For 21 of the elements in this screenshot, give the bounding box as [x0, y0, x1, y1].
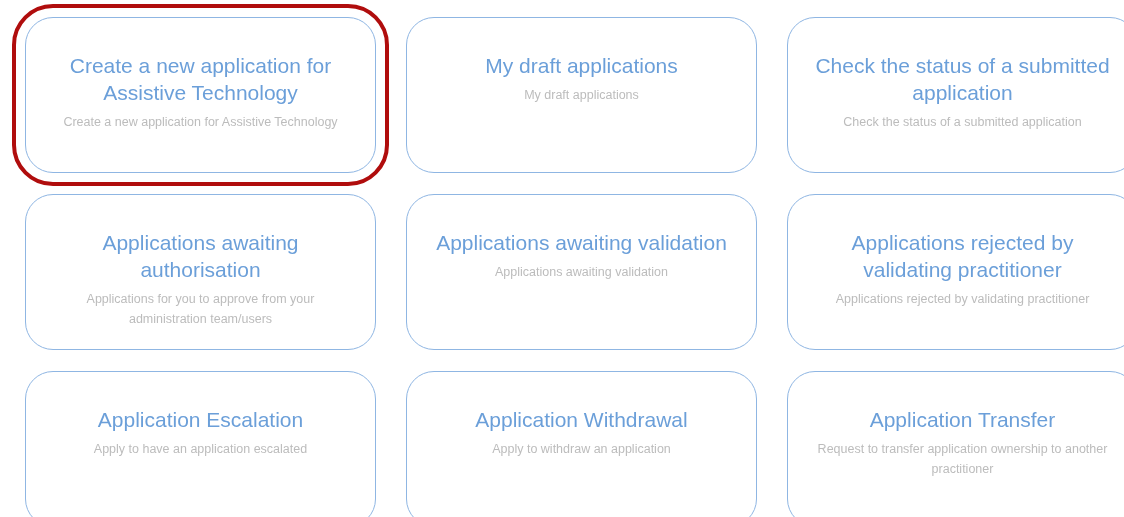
tile-description: Apply to have an application escalated [93, 441, 308, 458]
tile-description: Applications for you to approve from your administration team/users [85, 291, 316, 328]
tile-description: Request to transfer application ownership to another practitioner [816, 441, 1109, 478]
tile-title: Applications awaiting validation [436, 230, 727, 256]
tile-title: Applications rejected by validating practitioner [850, 230, 1075, 283]
tile-description: My draft applications [524, 87, 639, 104]
tile-card[interactable]: My draft applications My draft applications [406, 17, 757, 173]
tile-card[interactable]: Applications awaiting authorisation Applications for you to approve from your administration team/users [25, 194, 376, 350]
tile-title: Application Transfer [869, 407, 1056, 433]
tile-description: Check the status of a submitted application [843, 114, 1082, 131]
tile-description: Create a new application for Assistive Technology [63, 114, 338, 131]
tile-title: Create a new application for Assistive Technology [68, 53, 333, 106]
tile-description: Apply to withdraw an application [492, 441, 671, 458]
tile-title: Application Withdrawal [475, 407, 688, 433]
tile-title: Applications awaiting authorisation [101, 230, 300, 283]
tile-title: Application Escalation [97, 407, 304, 433]
tile-card[interactable]: Applications awaiting validation Applications awaiting validation [406, 194, 757, 350]
tile-title: Check the status of a submitted application [814, 53, 1111, 106]
tile-description: Applications rejected by validating practitioner [835, 291, 1090, 308]
tile-description: Applications awaiting validation [495, 264, 668, 281]
tile-title: My draft applications [485, 53, 678, 79]
